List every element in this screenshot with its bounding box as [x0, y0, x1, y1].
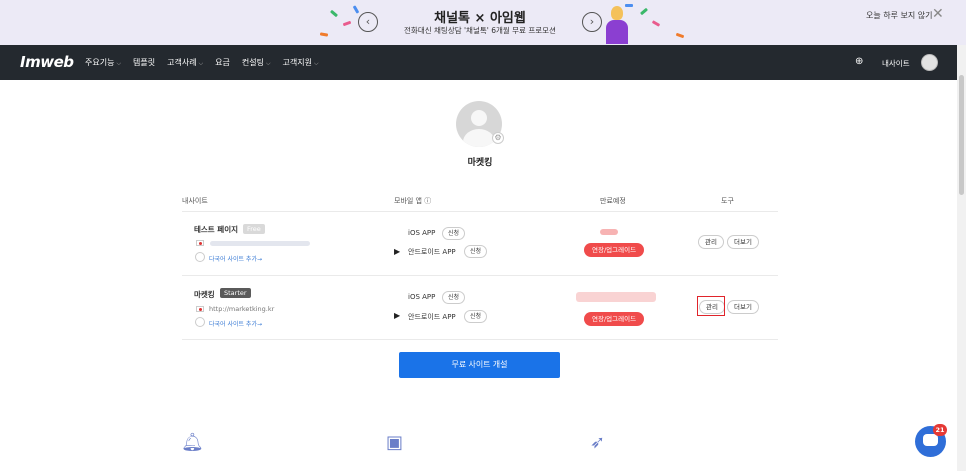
confetti — [342, 20, 352, 27]
confetti — [329, 9, 339, 18]
divider — [182, 211, 778, 212]
column-header-tools: 도구 — [721, 197, 734, 205]
ios-app-label: iOS APP — [408, 229, 436, 237]
confetti — [352, 5, 360, 14]
hide-today-link[interactable]: 오늘 하루 보지 않기 — [866, 10, 933, 21]
add-circle-icon — [195, 252, 205, 262]
more-button[interactable]: 더보기 — [727, 300, 759, 314]
menu-item-cases[interactable]: 고객사례 ⌵ — [167, 57, 203, 68]
play-icon: ▶ — [394, 247, 401, 256]
profile-name: 마켓킹 — [467, 158, 493, 168]
more-button[interactable]: 더보기 — [727, 235, 759, 249]
rocket-icon: ➶ — [590, 432, 606, 453]
imweb-logo[interactable]: Imweb — [20, 53, 74, 71]
user-avatar[interactable] — [921, 54, 938, 71]
mascot-illustration — [604, 6, 630, 44]
close-icon[interactable]: ✕ — [932, 6, 944, 22]
scrollbar[interactable] — [957, 45, 966, 471]
banner-next-button[interactable]: › — [582, 12, 602, 32]
blurred-expiry — [600, 229, 618, 235]
banner-title: 채널톡 × 아임웹 — [434, 11, 526, 26]
top-nav: Imweb 주요기능 ⌵ 템플릿 고객사례 ⌵ 요금 컨설팅 ⌵ 고객지원 ⌵ ⊕ 내사… — [0, 45, 957, 80]
confetti — [675, 32, 685, 39]
chat-icon — [923, 434, 938, 446]
site-name[interactable]: 마켓킹 — [194, 289, 215, 300]
menu-item-support[interactable]: 고객지원 ⌵ — [283, 57, 319, 68]
play-icon: ▶ — [394, 311, 401, 320]
confetti — [651, 20, 661, 27]
create-free-site-button[interactable]: 무료 사이트 개설 — [399, 352, 560, 378]
banner-subtitle: 전화대신 채팅상담 '채널톡' 6개월 무료 프로모션 — [404, 26, 556, 35]
column-header-mobile-app: 모바일 앱 ⓘ — [394, 197, 432, 205]
bell-icon: 🔔︎ — [181, 432, 204, 453]
chevron-down-icon: ⌵ — [198, 60, 204, 67]
korea-flag-icon — [196, 306, 204, 312]
ios-apply-button[interactable]: 신청 — [442, 291, 466, 304]
menu-item-consulting[interactable]: 컨설팅 ⌵ — [242, 57, 271, 68]
manage-button-highlight — [697, 296, 725, 316]
android-apply-button[interactable]: 신청 — [464, 310, 488, 323]
site-name[interactable]: 테스트 페이지 — [194, 224, 238, 235]
android-apply-button[interactable]: 신청 — [464, 245, 488, 258]
image-icon: ▣ — [386, 432, 404, 453]
menu-item-pricing[interactable]: 요금 — [215, 57, 230, 68]
divider — [182, 275, 778, 276]
main-menu: 주요기능 ⌵ 템플릿 고객사례 ⌵ 요금 컨설팅 ⌵ 고객지원 ⌵ — [85, 57, 319, 68]
add-multilang-link[interactable]: 다국어 사이트 추가→ — [209, 254, 262, 263]
blurred-expiry — [576, 292, 656, 302]
plan-badge: Starter — [220, 288, 251, 298]
promo-banner[interactable]: ‹ 채널톡 × 아임웹 전화대신 채팅상담 '채널톡' 6개월 무료 프로모션 … — [0, 0, 966, 45]
ios-apply-button[interactable]: 신청 — [442, 227, 466, 240]
chevron-down-icon: ⌵ — [116, 60, 122, 67]
renew-upgrade-button[interactable]: 연장/업그레이드 — [584, 312, 645, 326]
column-header-my-site: 내사이트 — [182, 197, 208, 205]
android-app-label: 안드로이드 APP — [408, 248, 456, 256]
gear-icon[interactable]: ⚙ — [492, 132, 504, 144]
plan-badge: Free — [243, 224, 265, 234]
android-app-label: 안드로이드 APP — [408, 313, 456, 321]
column-header-expiry: 만료예정 — [600, 197, 626, 205]
site-url[interactable]: http://marketking.kr — [209, 305, 274, 313]
chat-unread-badge: 21 — [933, 424, 947, 436]
korea-flag-icon — [196, 240, 204, 246]
info-icon[interactable]: ⓘ — [424, 197, 431, 205]
confetti — [639, 7, 649, 16]
my-site-link[interactable]: 내사이트 — [882, 58, 910, 69]
banner-prev-button[interactable]: ‹ — [358, 12, 378, 32]
renew-upgrade-button[interactable]: 연장/업그레이드 — [584, 243, 645, 257]
globe-icon[interactable]: ⊕ — [855, 56, 863, 67]
ios-app-label: iOS APP — [408, 293, 436, 301]
manage-button[interactable]: 관리 — [698, 235, 724, 249]
add-circle-icon — [195, 317, 205, 327]
add-multilang-link[interactable]: 다국어 사이트 추가→ — [209, 319, 262, 328]
divider — [182, 339, 778, 340]
menu-item-templates[interactable]: 템플릿 — [133, 57, 155, 68]
confetti — [319, 32, 329, 37]
chevron-down-icon: ⌵ — [265, 60, 271, 67]
chevron-down-icon: ⌵ — [313, 60, 319, 67]
menu-item-features[interactable]: 주요기능 ⌵ — [85, 57, 121, 68]
blurred-url — [210, 241, 310, 246]
